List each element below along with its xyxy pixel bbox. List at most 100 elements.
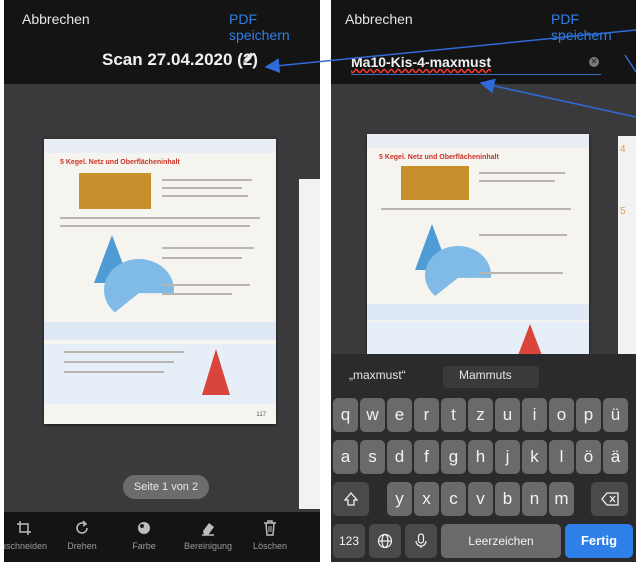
color-button[interactable]: Farbe [114, 520, 174, 551]
key-y[interactable]: y [387, 482, 412, 516]
cone-net-diagram [425, 246, 491, 304]
merke-box [44, 322, 276, 340]
key-o[interactable]: o [549, 398, 574, 432]
merke-box [367, 304, 589, 320]
cancel-button[interactable]: Abbrechen [22, 11, 90, 27]
page-header-band [367, 134, 589, 148]
globe-icon [377, 533, 393, 549]
eraser-icon [202, 523, 214, 536]
numbers-key[interactable]: 123 [333, 524, 365, 558]
key-u[interactable]: u [495, 398, 520, 432]
delete-button[interactable]: Löschen [240, 520, 300, 551]
key-d[interactable]: d [387, 440, 412, 474]
key-ae[interactable]: ä [603, 440, 628, 474]
cheese-photo [401, 166, 469, 200]
rotate-button[interactable]: Drehen [52, 520, 112, 551]
key-g[interactable]: g [441, 440, 466, 474]
key-w[interactable]: w [360, 398, 385, 432]
key-l[interactable]: l [549, 440, 574, 474]
page-heading: 5 Kegel. Netz und Oberflächeninhalt [60, 159, 180, 166]
text-line [64, 361, 174, 363]
text-line [64, 351, 184, 353]
text-line [162, 257, 242, 259]
cleanup-button[interactable]: Bereinigung [178, 520, 238, 551]
page-header-band [44, 139, 276, 153]
cancel-button[interactable]: Abbrechen [345, 11, 413, 27]
key-f[interactable]: f [414, 440, 439, 474]
next-page-peek[interactable]: 4 5 [618, 136, 636, 354]
keyboard: „maxmust“ Mammuts q w e r t z u i o p ü … [331, 354, 636, 562]
scanned-page[interactable]: 5 Kegel. Netz und Oberflächeninhalt 117 [44, 139, 276, 424]
key-c[interactable]: c [441, 482, 466, 516]
dictation-key[interactable] [405, 524, 437, 558]
key-n[interactable]: n [522, 482, 547, 516]
crop-button[interactable]: uschneiden [4, 520, 54, 551]
side-number: 5 [620, 206, 626, 217]
text-line [162, 179, 252, 181]
key-z[interactable]: z [468, 398, 493, 432]
globe-key[interactable] [369, 524, 401, 558]
text-line [162, 187, 242, 189]
next-page-peek[interactable] [299, 179, 320, 509]
key-k[interactable]: k [522, 440, 547, 474]
text-line [64, 371, 164, 373]
key-x[interactable]: x [414, 482, 439, 516]
key-e[interactable]: e [387, 398, 412, 432]
rotate-icon [76, 520, 88, 534]
text-line [479, 172, 565, 174]
key-q[interactable]: q [333, 398, 358, 432]
pencil-icon[interactable] [240, 50, 256, 66]
filename-input[interactable]: Ma10-Kis-4-maxmust [351, 54, 491, 70]
autocorrect-suggestion-original[interactable]: „maxmust“ [349, 368, 406, 382]
text-line [162, 284, 250, 286]
key-h[interactable]: h [468, 440, 493, 474]
backspace-key[interactable] [591, 482, 628, 516]
page-indicator: Seite 1 von 2 [123, 475, 209, 499]
clear-text-icon[interactable]: ✕ [589, 57, 599, 67]
crop-label: uschneiden [4, 541, 48, 551]
shift-key[interactable] [333, 482, 369, 516]
microphone-icon [415, 533, 427, 548]
key-m[interactable]: m [549, 482, 574, 516]
red-cone-diagram [202, 349, 230, 395]
page-number: 117 [256, 412, 266, 418]
save-pdf-button[interactable]: PDF speichern [229, 11, 320, 43]
shift-icon [343, 492, 359, 506]
document-title[interactable]: Scan 27.04.2020 (2) [102, 50, 258, 70]
color-label: Farbe [132, 541, 156, 551]
page-heading: 5 Kegel. Netz und Oberflächeninhalt [379, 154, 499, 161]
space-key[interactable]: Leerzeichen [441, 524, 561, 558]
key-s[interactable]: s [360, 440, 385, 474]
example-box [367, 322, 589, 356]
example-box [44, 344, 276, 404]
key-ue[interactable]: ü [603, 398, 628, 432]
text-line [381, 208, 571, 210]
text-line [162, 247, 254, 249]
key-i[interactable]: i [522, 398, 547, 432]
trash-icon [264, 520, 276, 536]
key-t[interactable]: t [441, 398, 466, 432]
delete-label: Löschen [252, 541, 288, 551]
key-b[interactable]: b [495, 482, 520, 516]
red-cone-diagram [517, 324, 543, 356]
key-a[interactable]: a [333, 440, 358, 474]
autocorrect-suggestion-mammuts[interactable]: Mammuts [459, 368, 512, 382]
save-pdf-button[interactable]: PDF speichern [551, 11, 636, 43]
text-line [60, 225, 250, 227]
filename-value[interactable]: Ma10-Kis-4-maxmust [351, 54, 491, 70]
text-line [479, 272, 563, 274]
key-p[interactable]: p [576, 398, 601, 432]
text-line [479, 234, 567, 236]
text-line [162, 195, 248, 197]
filename-underline [351, 74, 601, 75]
side-number: 4 [620, 144, 626, 155]
cheese-photo [79, 173, 151, 209]
key-j[interactable]: j [495, 440, 520, 474]
text-line [60, 217, 260, 219]
key-v[interactable]: v [468, 482, 493, 516]
key-r[interactable]: r [414, 398, 439, 432]
scanned-page[interactable]: 5 Kegel. Netz und Oberflächeninhalt [367, 134, 589, 356]
done-key[interactable]: Fertig [565, 524, 633, 558]
key-oe[interactable]: ö [576, 440, 601, 474]
cone-net-diagram [104, 259, 174, 321]
